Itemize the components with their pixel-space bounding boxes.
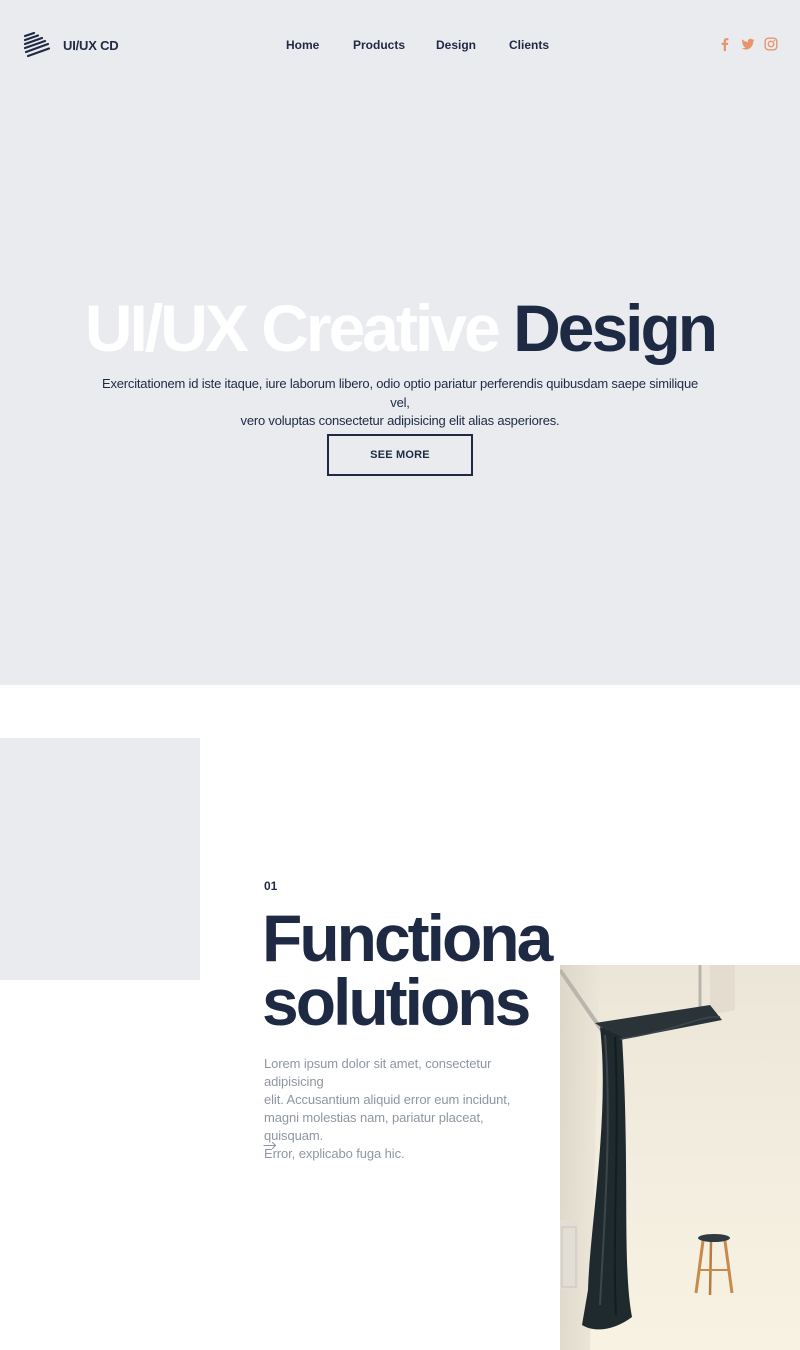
facebook-icon[interactable] (718, 37, 732, 51)
hero-description-line-1: Exercitationem id iste itaque, iure labo… (101, 376, 699, 410)
section-description-line-2: elit. Accusantium aliquid error eum inci… (264, 1092, 511, 1107)
hero-title-light: UI/UX Creative (84, 291, 501, 365)
arrow-right-icon[interactable] (263, 1138, 277, 1152)
hero-description: Exercitationem id iste itaque, iure labo… (100, 375, 700, 431)
nav-item-design[interactable]: Design (436, 38, 476, 52)
hero-description-line-2: vero voluptas consectetur adipisicing el… (240, 413, 560, 428)
nav-item-clients[interactable]: Clients (509, 38, 549, 52)
section-title-line-2: solutions (262, 965, 531, 1039)
decorative-gray-block (0, 738, 200, 980)
studio-curtain-photo (560, 965, 800, 1350)
hero-title-dark: Design (513, 291, 718, 365)
nav-item-home[interactable]: Home (286, 38, 319, 52)
section-number: 01 (264, 879, 278, 893)
see-more-button[interactable]: SEE MORE (327, 434, 473, 476)
hero-title: UI/UX Creative Design (0, 288, 800, 368)
section-title-line-1: Functiona (262, 901, 553, 975)
section-description: Lorem ipsum dolor sit amet, consectetur … (264, 1055, 536, 1163)
hero-section: UI/UX CD Home Products Design Clients UI… (0, 0, 800, 685)
section-description-line-1: Lorem ipsum dolor sit amet, consectetur … (264, 1056, 492, 1089)
nav-item-products[interactable]: Products (353, 38, 405, 52)
section-description-line-4: Error, explicabo fuga hic. (264, 1146, 405, 1161)
section-description-line-3: magni molestias nam, pariatur placeat, q… (264, 1110, 484, 1143)
instagram-icon[interactable] (764, 37, 778, 51)
social-links (718, 37, 778, 51)
section-title: Functiona solutions (262, 905, 562, 1035)
main-nav: Home Products Design Clients (0, 38, 800, 54)
twitter-icon[interactable] (741, 37, 755, 51)
